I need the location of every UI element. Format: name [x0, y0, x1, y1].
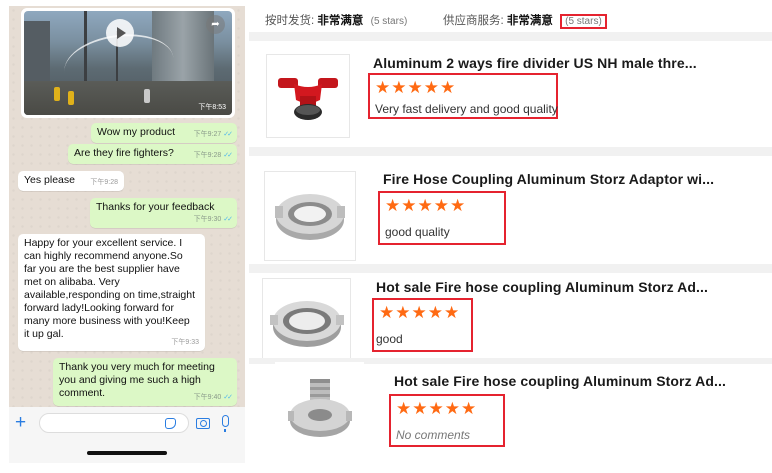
- review-item: Hot sale Fire hose coupling Aluminum Sto…: [249, 264, 772, 366]
- message-bubble[interactable]: Wow my product 下午9:27 ✓✓: [91, 123, 237, 143]
- message-text: Wow my product: [97, 126, 175, 138]
- message-time: 下午9:27 ✓✓: [193, 131, 233, 138]
- rating-highlight-box: ★★★★★ good quality: [378, 191, 506, 245]
- rating-highlight-box: ★★★★★ No comments: [389, 394, 505, 447]
- message-bubble[interactable]: Yes please 下午9:28: [18, 171, 124, 191]
- video-message[interactable]: 下午8:53: [21, 8, 235, 118]
- message-text: Yes please: [24, 174, 75, 186]
- home-indicator: [87, 451, 167, 455]
- thumbnail-firefighter: [54, 87, 60, 101]
- rating-highlight-box: ★★★★★ Very fast delivery and good qualit…: [368, 73, 558, 119]
- read-ticks-icon: ✓✓: [223, 152, 233, 159]
- review-item: Fire Hose Coupling Aluminum Storz Adapto…: [249, 147, 772, 264]
- review-comment: Very fast delivery and good quality: [375, 102, 558, 116]
- thumbnail-firefighter: [144, 89, 150, 103]
- video-thumbnail[interactable]: 下午8:53: [24, 11, 232, 115]
- message-time: 下午9:28: [90, 179, 118, 186]
- product-title[interactable]: Aluminum 2 ways fire divider US NH male …: [373, 55, 697, 71]
- delivery-rating: 按时发货: 非常满意 (5 stars): [265, 15, 408, 27]
- review-item: Hot sale Fire hose coupling Aluminum Sto…: [249, 358, 772, 466]
- divider: [249, 264, 772, 273]
- product-image[interactable]: [264, 171, 356, 261]
- star-rating-icon: ★★★★★: [375, 78, 457, 97]
- divider: [249, 32, 772, 41]
- fire-divider-image: [278, 78, 338, 120]
- message-text: Happy for your excellent service. I can …: [24, 237, 196, 340]
- message-bubble[interactable]: Happy for your excellent service. I can …: [18, 234, 205, 351]
- product-image[interactable]: [275, 362, 364, 460]
- play-icon[interactable]: [106, 19, 134, 47]
- message-bubble[interactable]: Thank you very much for meeting you and …: [53, 358, 237, 406]
- mic-icon[interactable]: [222, 415, 229, 432]
- review-comment: No comments: [396, 428, 471, 442]
- message-text: Thanks for your feedback: [96, 201, 215, 213]
- message-input-bar: +: [9, 407, 245, 463]
- message-bubble[interactable]: Are they fire fighters? 下午9:28 ✓✓: [68, 144, 237, 164]
- read-ticks-icon: ✓✓: [223, 216, 233, 223]
- review-comment: good: [376, 332, 403, 346]
- thumbnail-firefighter: [68, 91, 74, 105]
- star-rating-icon: ★★★★★: [379, 303, 461, 322]
- storz-adaptor-image: [275, 194, 345, 240]
- delivery-stars: (5 stars): [370, 16, 408, 27]
- hose-coupling-image: [269, 301, 344, 347]
- message-time: 下午9:33: [171, 339, 199, 346]
- read-ticks-icon: ✓✓: [223, 131, 233, 138]
- message-text: Thank you very much for meeting you and …: [59, 361, 215, 399]
- message-time: 下午9:30 ✓✓: [193, 216, 233, 223]
- rating-highlight-box: ★★★★★ good: [372, 298, 473, 352]
- product-title[interactable]: Fire Hose Coupling Aluminum Storz Adapto…: [383, 171, 714, 187]
- message-time: 下午9:28 ✓✓: [193, 152, 233, 159]
- chat-screenshot: 下午8:53 ➦ Wow my product 下午9:27 ✓✓ Are the…: [9, 6, 245, 463]
- message-time: 下午9:40 ✓✓: [193, 394, 233, 401]
- camera-icon[interactable]: [196, 418, 210, 429]
- review-comment: good quality: [385, 225, 450, 239]
- product-title[interactable]: Hot sale Fire hose coupling Aluminum Sto…: [376, 279, 708, 295]
- storz-adaptor-male-image: [287, 379, 352, 437]
- star-rating-icon: ★★★★★: [396, 399, 478, 418]
- forward-icon[interactable]: ➦: [206, 15, 225, 34]
- video-timestamp: 下午8:53: [198, 104, 226, 111]
- divider: [249, 147, 772, 156]
- product-image[interactable]: [262, 278, 351, 362]
- message-bubble[interactable]: Thanks for your feedback 下午9:30 ✓✓: [90, 198, 237, 228]
- read-ticks-icon: ✓✓: [223, 394, 233, 401]
- review-item: Aluminum 2 ways fire divider US NH male …: [249, 32, 772, 147]
- service-stars-highlight: (5 stars): [560, 14, 607, 29]
- message-text: Are they fire fighters?: [74, 147, 174, 159]
- plus-icon[interactable]: +: [15, 413, 26, 433]
- service-rating: 供应商服务: 非常满意 (5 stars): [443, 12, 607, 29]
- star-rating-icon: ★★★★★: [385, 196, 467, 215]
- product-image[interactable]: [266, 54, 350, 138]
- product-title[interactable]: Hot sale Fire hose coupling Aluminum Sto…: [394, 373, 726, 389]
- rating-summary: 按时发货: 非常满意 (5 stars) 供应商服务: 非常满意 (5 star…: [249, 6, 772, 32]
